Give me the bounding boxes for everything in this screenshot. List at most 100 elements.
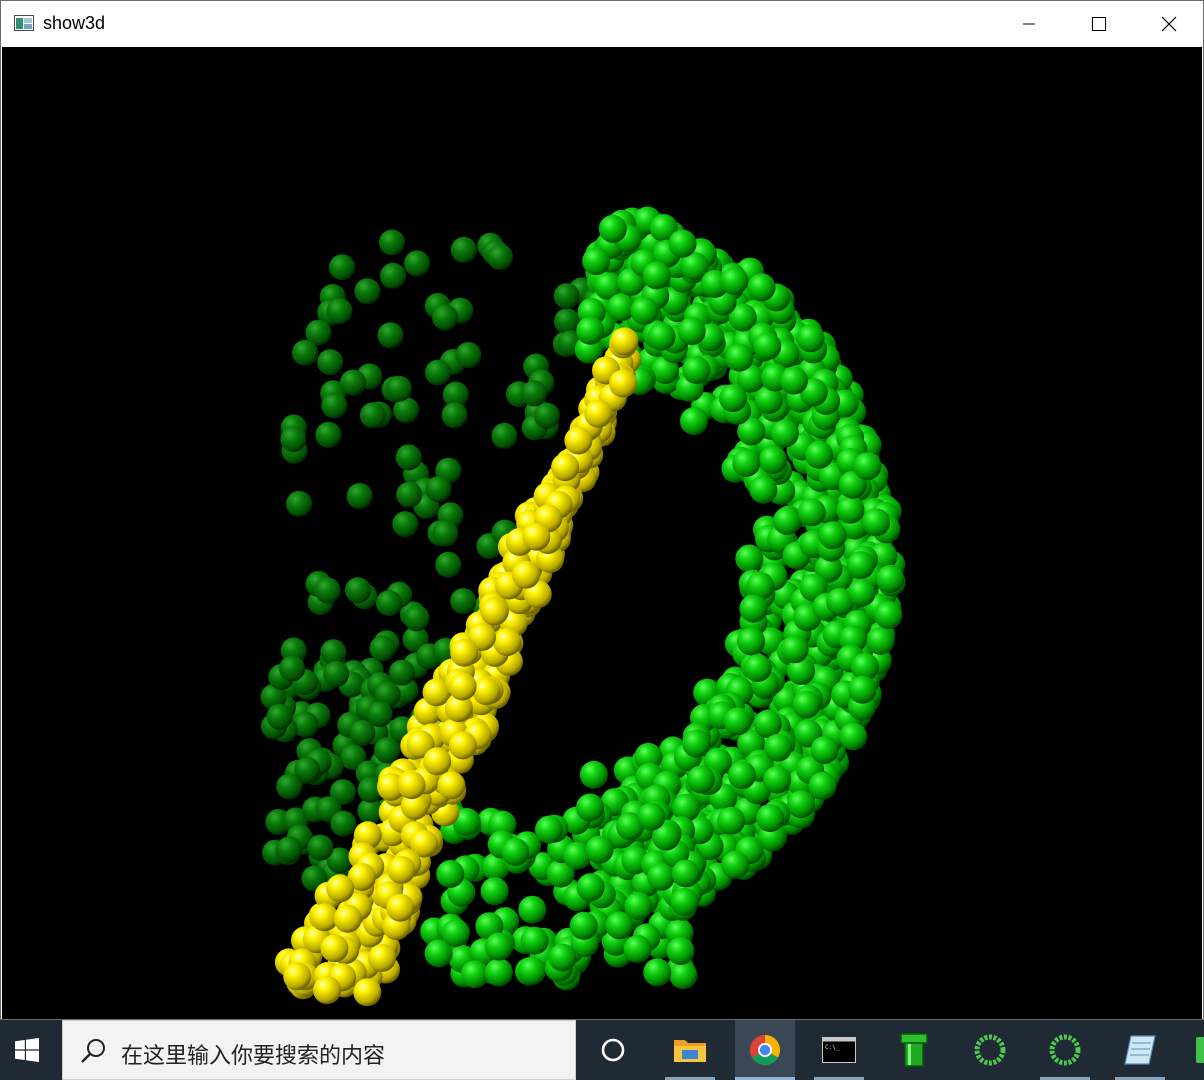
windows-icon	[15, 1038, 39, 1062]
maximize-icon	[1092, 17, 1106, 31]
green-sphere	[624, 892, 653, 920]
green-sphere	[770, 419, 799, 448]
yellow-sphere	[326, 874, 355, 903]
dark-green-sphere	[425, 476, 452, 503]
yellow-sphere	[333, 904, 362, 933]
green-sphere	[484, 932, 513, 961]
taskbar: 在这里输入你要搜索的内容 C:\_	[0, 1020, 1204, 1080]
dark-green-sphere	[321, 392, 348, 419]
green-sphere	[598, 214, 627, 243]
green-sphere	[747, 273, 776, 302]
minimize-button[interactable]	[994, 1, 1064, 47]
green-sphere	[647, 322, 676, 351]
taskbar-green-app[interactable]	[1184, 1020, 1204, 1080]
taskbar-chrome[interactable]	[735, 1020, 795, 1080]
green-sphere	[569, 911, 598, 940]
close-button[interactable]	[1134, 1, 1204, 47]
yellow-sphere	[368, 944, 396, 972]
taskbar-spinner-app-1[interactable]	[960, 1020, 1020, 1080]
green-sphere	[520, 926, 549, 955]
green-sphere	[810, 736, 839, 764]
taskbar-search-box[interactable]: 在这里输入你要搜索的内容	[62, 1020, 576, 1080]
dark-green-sphere	[435, 551, 462, 578]
ring-icon	[974, 1034, 1006, 1066]
dark-green-sphere	[323, 661, 350, 687]
taskbar-file-explorer[interactable]	[660, 1020, 720, 1080]
green-sphere	[719, 384, 747, 413]
yellow-sphere	[320, 934, 349, 963]
yellow-sphere	[584, 399, 613, 428]
yellow-sphere	[609, 369, 637, 398]
yellow-sphere	[493, 628, 522, 657]
dark-green-sphere	[376, 590, 402, 617]
dark-green-sphere	[404, 250, 431, 277]
green-sphere	[623, 934, 652, 963]
green-sphere	[723, 707, 752, 736]
yellow-sphere	[313, 976, 342, 1005]
green-sphere	[721, 850, 750, 879]
green-sphere	[874, 601, 903, 630]
green-sphere	[671, 859, 700, 888]
dark-green-sphere	[345, 577, 371, 604]
yellow-sphere	[387, 855, 416, 884]
yellow-sphere	[522, 522, 551, 551]
yellow-sphere	[450, 638, 479, 667]
point-cloud-scene	[260, 206, 906, 1007]
green-sphere	[853, 452, 882, 481]
dark-green-sphere	[280, 426, 307, 453]
green-sphere	[805, 440, 834, 469]
green-sphere	[680, 407, 708, 436]
notepad-icon	[1124, 1035, 1156, 1065]
dark-green-sphere	[388, 659, 415, 686]
search-placeholder: 在这里输入你要搜索的内容	[121, 1044, 386, 1069]
green-sphere	[796, 324, 825, 353]
app-icon	[14, 15, 34, 31]
green-sphere	[460, 960, 489, 989]
yellow-sphere	[480, 597, 509, 626]
maximize-button[interactable]	[1064, 1, 1134, 47]
green-sphere	[780, 635, 809, 664]
green-sphere	[725, 343, 754, 372]
dark-green-sphere	[432, 520, 459, 547]
3d-viewport[interactable]	[2, 47, 1202, 1019]
green-sphere	[548, 943, 577, 972]
dark-green-sphere	[533, 402, 560, 429]
taskbar-spinner-app-2[interactable]	[1035, 1020, 1095, 1080]
dark-green-sphere	[294, 756, 321, 783]
dark-green-sphere	[403, 605, 430, 632]
dark-green-sphere	[392, 511, 419, 538]
yellow-sphere	[448, 672, 477, 701]
dark-green-sphere	[553, 283, 580, 310]
title-bar[interactable]: show3d	[1, 1, 1203, 47]
dark-green-sphere	[315, 421, 342, 448]
taskbar-command-prompt[interactable]: C:\_	[809, 1020, 869, 1080]
green-sphere	[732, 449, 761, 477]
dark-green-sphere	[366, 701, 393, 728]
dark-green-sphere	[385, 375, 412, 402]
green-sphere	[441, 919, 470, 947]
green-sphere	[839, 722, 868, 751]
circle-icon	[601, 1038, 625, 1062]
green-sphere	[797, 498, 826, 527]
green-sphere	[749, 475, 778, 504]
green-sphere	[848, 675, 877, 704]
green-sphere	[847, 578, 876, 607]
search-icon	[81, 1039, 105, 1063]
dark-green-sphere	[395, 444, 422, 471]
green-sphere	[808, 771, 837, 800]
chrome-icon	[749, 1035, 781, 1066]
yellow-sphere	[437, 771, 466, 800]
dark-green-sphere	[320, 639, 347, 666]
taskbar-notepad-app[interactable]	[1110, 1020, 1170, 1080]
green-sphere	[576, 873, 605, 902]
dark-green-sphere	[276, 836, 303, 863]
dark-green-sphere	[314, 577, 341, 604]
window-title: show3d	[43, 13, 106, 33]
yellow-sphere	[397, 771, 426, 800]
green-sphere	[787, 790, 815, 819]
cortana-button[interactable]	[583, 1020, 643, 1080]
close-icon	[1161, 16, 1177, 32]
start-button[interactable]	[0, 1020, 54, 1080]
dark-green-sphere	[292, 339, 318, 366]
taskbar-pipe-app[interactable]	[884, 1020, 944, 1080]
